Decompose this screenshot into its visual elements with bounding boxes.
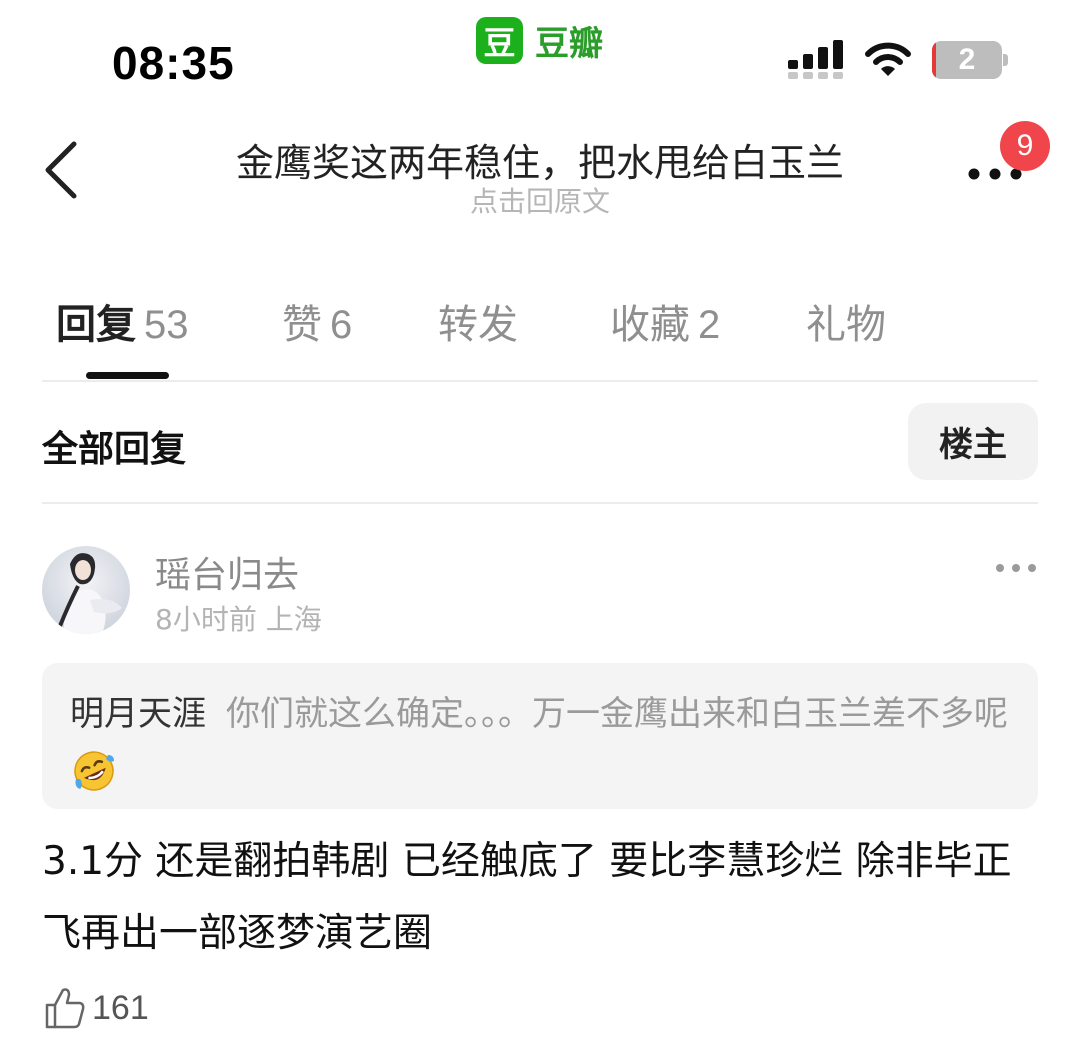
app-name: 豆瓣 [535,24,603,64]
comment-text: 3.1分 还是翻拍韩剧 已经触底了 要比李慧珍烂 除非毕正飞再出一部逐梦演艺圈 [42,839,1012,956]
tab-bar: 回复 53 赞 6 转发 收藏 2 礼物 [42,292,1038,382]
rofl-emoji-icon [74,750,114,791]
tab-count: 53 [144,303,189,347]
like-button[interactable]: 161 [44,986,149,1030]
status-time: 08:35 [112,37,235,89]
like-count: 161 [92,988,149,1027]
tab-label: 赞 [282,302,322,348]
quoted-reply[interactable]: 明月天涯 你们就这么确定。。。万一金鹰出来和白玉兰差不多呢 [42,663,1038,809]
tab-label: 转发 [438,302,518,348]
wifi-icon [865,42,911,76]
battery-icon: 2 [932,41,1008,79]
tab-count: 2 [698,303,721,347]
app-logo-icon: 豆 [476,17,523,64]
thumbs-up-icon [45,988,85,1029]
page-title[interactable]: 金鹰奖这两年稳住，把水甩给白玉兰 [130,132,950,187]
op-only-button[interactable]: 楼主 [908,403,1038,480]
divider [42,502,1038,504]
all-replies-label: 全部回复 [42,429,187,470]
tab-gifts[interactable]: 礼物 [806,292,886,350]
back-arrow-icon[interactable] [40,138,84,202]
tab-replies[interactable]: 回复 53 [56,292,189,350]
tab-reposts[interactable]: 转发 [438,292,518,350]
active-tab-indicator [86,372,169,379]
app-badge[interactable]: 豆 豆瓣 [476,16,603,65]
comment-author[interactable]: 瑶台归去 [155,546,299,598]
battery-level: 2 [958,43,976,76]
avatar[interactable] [42,546,130,634]
back-to-original-link[interactable]: 点击回原文 [130,180,950,220]
comment-more-icon[interactable] [994,556,1038,580]
tab-label: 礼物 [806,302,886,348]
comment-time: 8小时前 [155,603,257,636]
signal-icon [788,40,843,79]
tab-collections[interactable]: 收藏 2 [610,292,720,350]
status-indicators: 2 [788,40,1008,80]
quote-text: 你们就这么确定。。。万一金鹰出来和白玉兰差不多呢 [226,694,1008,734]
notification-badge[interactable]: 9 [1000,121,1050,171]
comment-meta: 8小时前 上海 [155,598,322,638]
tab-label: 回复 [56,302,136,348]
comment-location: 上海 [265,603,322,636]
tab-label: 收藏 [610,302,690,348]
quote-author: 明月天涯 [70,694,206,734]
tab-likes[interactable]: 赞 6 [282,292,352,350]
tab-count: 6 [330,303,353,347]
